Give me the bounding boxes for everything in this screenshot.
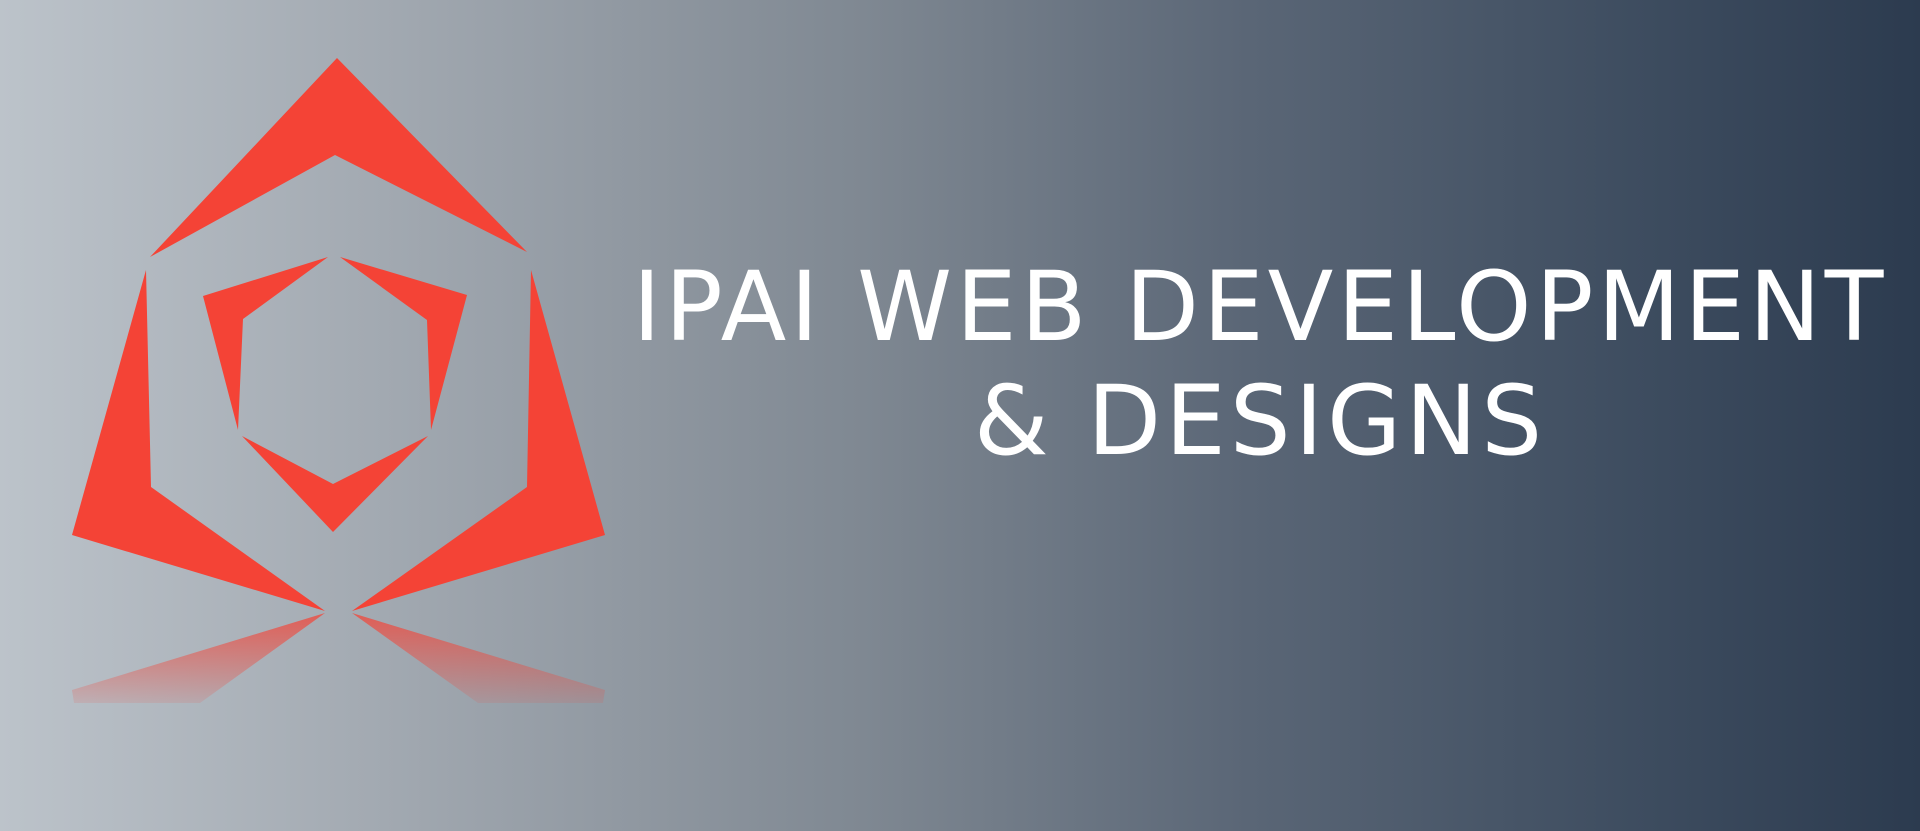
logo-inner-left-shape <box>203 257 328 430</box>
logo-roof-shape <box>150 58 527 257</box>
logo-left-wall-shape <box>72 270 325 611</box>
logo-right-wall-shape <box>352 270 605 611</box>
title-line-1: IPAI WEB DEVELOPMENT <box>632 251 1888 363</box>
logo-reflection-right-shape <box>352 613 605 703</box>
title-line-2: & DESIGNS <box>973 365 1547 477</box>
logo-inner-right-shape <box>340 257 467 430</box>
brand-banner: IPAI WEB DEVELOPMENT & DESIGNS <box>0 0 1920 831</box>
company-title: IPAI WEB DEVELOPMENT & DESIGNS <box>620 250 1900 478</box>
logo-reflection-left-shape <box>72 613 325 703</box>
logo-inner-bottom-shape <box>242 436 428 532</box>
geometric-house-logo-icon <box>72 58 605 703</box>
